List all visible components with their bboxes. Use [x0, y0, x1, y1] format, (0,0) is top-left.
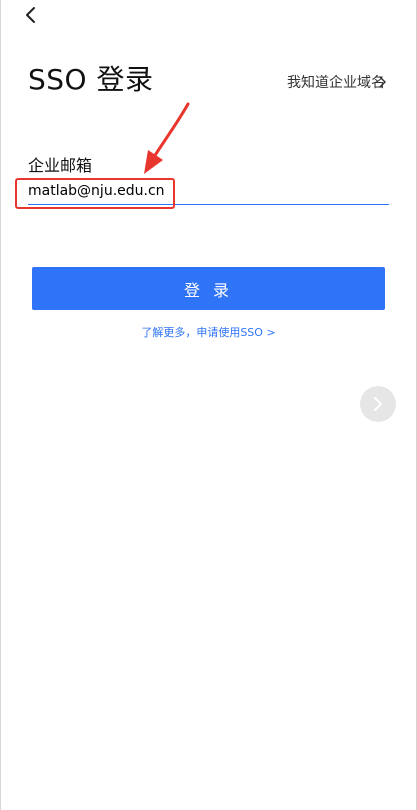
chevron-right-icon: [374, 397, 382, 411]
back-button[interactable]: [18, 3, 48, 29]
login-button[interactable]: 登 录: [32, 267, 385, 310]
known-domain-link[interactable]: 我知道企业域名: [287, 72, 385, 92]
known-domain-label: 我知道企业域名: [287, 75, 385, 91]
page-title: SSO 登录: [28, 63, 154, 96]
annotation-highlight-box: [15, 178, 175, 209]
next-button[interactable]: [360, 386, 396, 422]
chevron-left-icon: [26, 7, 35, 23]
email-field-label: 企业邮箱: [28, 156, 93, 175]
annotation-arrow: [144, 102, 190, 174]
learn-more-link[interactable]: 了解更多，申请使用SSO >: [0, 324, 417, 340]
chevron-right-icon: [379, 76, 386, 88]
frame-left-border: [0, 0, 1, 810]
